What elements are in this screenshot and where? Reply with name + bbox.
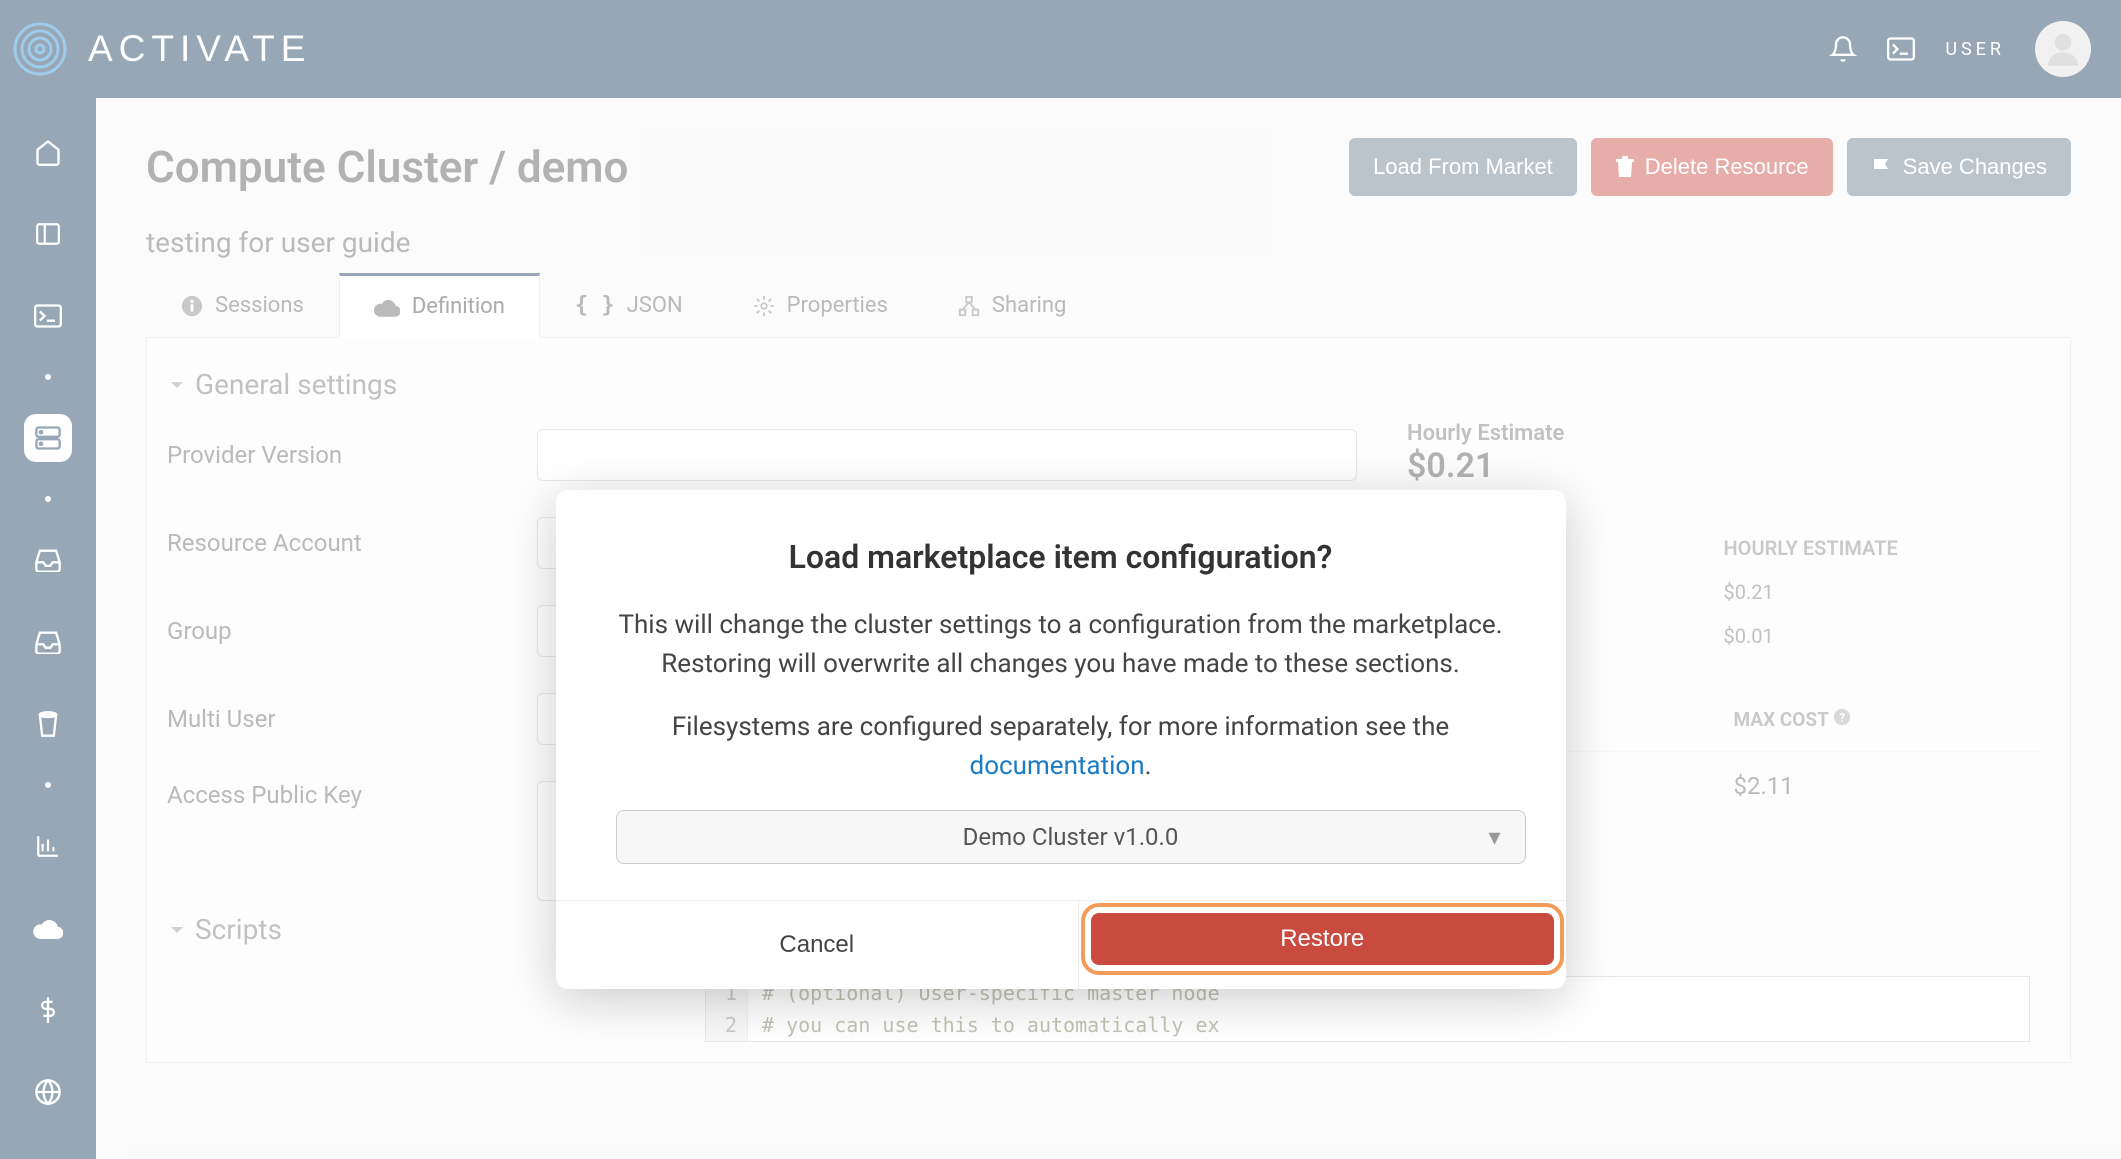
modal-body-1: This will change the cluster settings to… <box>616 606 1506 684</box>
chevron-down-icon: ▾ <box>1488 823 1500 851</box>
restore-button[interactable]: Restore <box>1091 913 1554 965</box>
modal-title: Load marketplace item configuration? <box>616 538 1506 576</box>
load-market-modal: Load marketplace item configuration? Thi… <box>556 490 1566 989</box>
modal-body-2: Filesystems are configured separately, f… <box>616 708 1506 786</box>
documentation-link[interactable]: documentation <box>970 751 1145 781</box>
marketplace-select[interactable]: Demo Cluster v1.0.0 ▾ <box>616 810 1526 864</box>
cancel-button[interactable]: Cancel <box>556 901 1080 989</box>
